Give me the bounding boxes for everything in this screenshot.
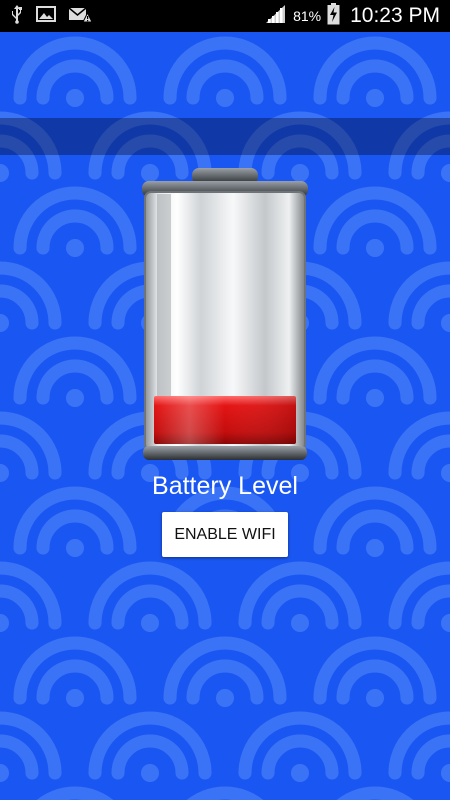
battery-percent: 81%: [293, 8, 322, 24]
enable-wifi-button[interactable]: ENABLE WIFI: [162, 512, 288, 557]
battery-icon: [140, 168, 310, 463]
notification-icons: [10, 0, 93, 32]
system-icons: 81% 10:23 PM: [265, 0, 440, 32]
usb-icon: [10, 4, 24, 29]
image-icon: [36, 5, 56, 28]
battery-charging-icon: [327, 2, 340, 30]
signal-icon: [265, 4, 287, 29]
battery-level-label: Battery Level: [152, 472, 298, 500]
top-banner-strip: [0, 118, 450, 155]
email-alert-icon: [68, 5, 93, 28]
clock: 10:23 PM: [350, 4, 440, 27]
status-bar: 81% 10:23 PM: [0, 0, 450, 32]
